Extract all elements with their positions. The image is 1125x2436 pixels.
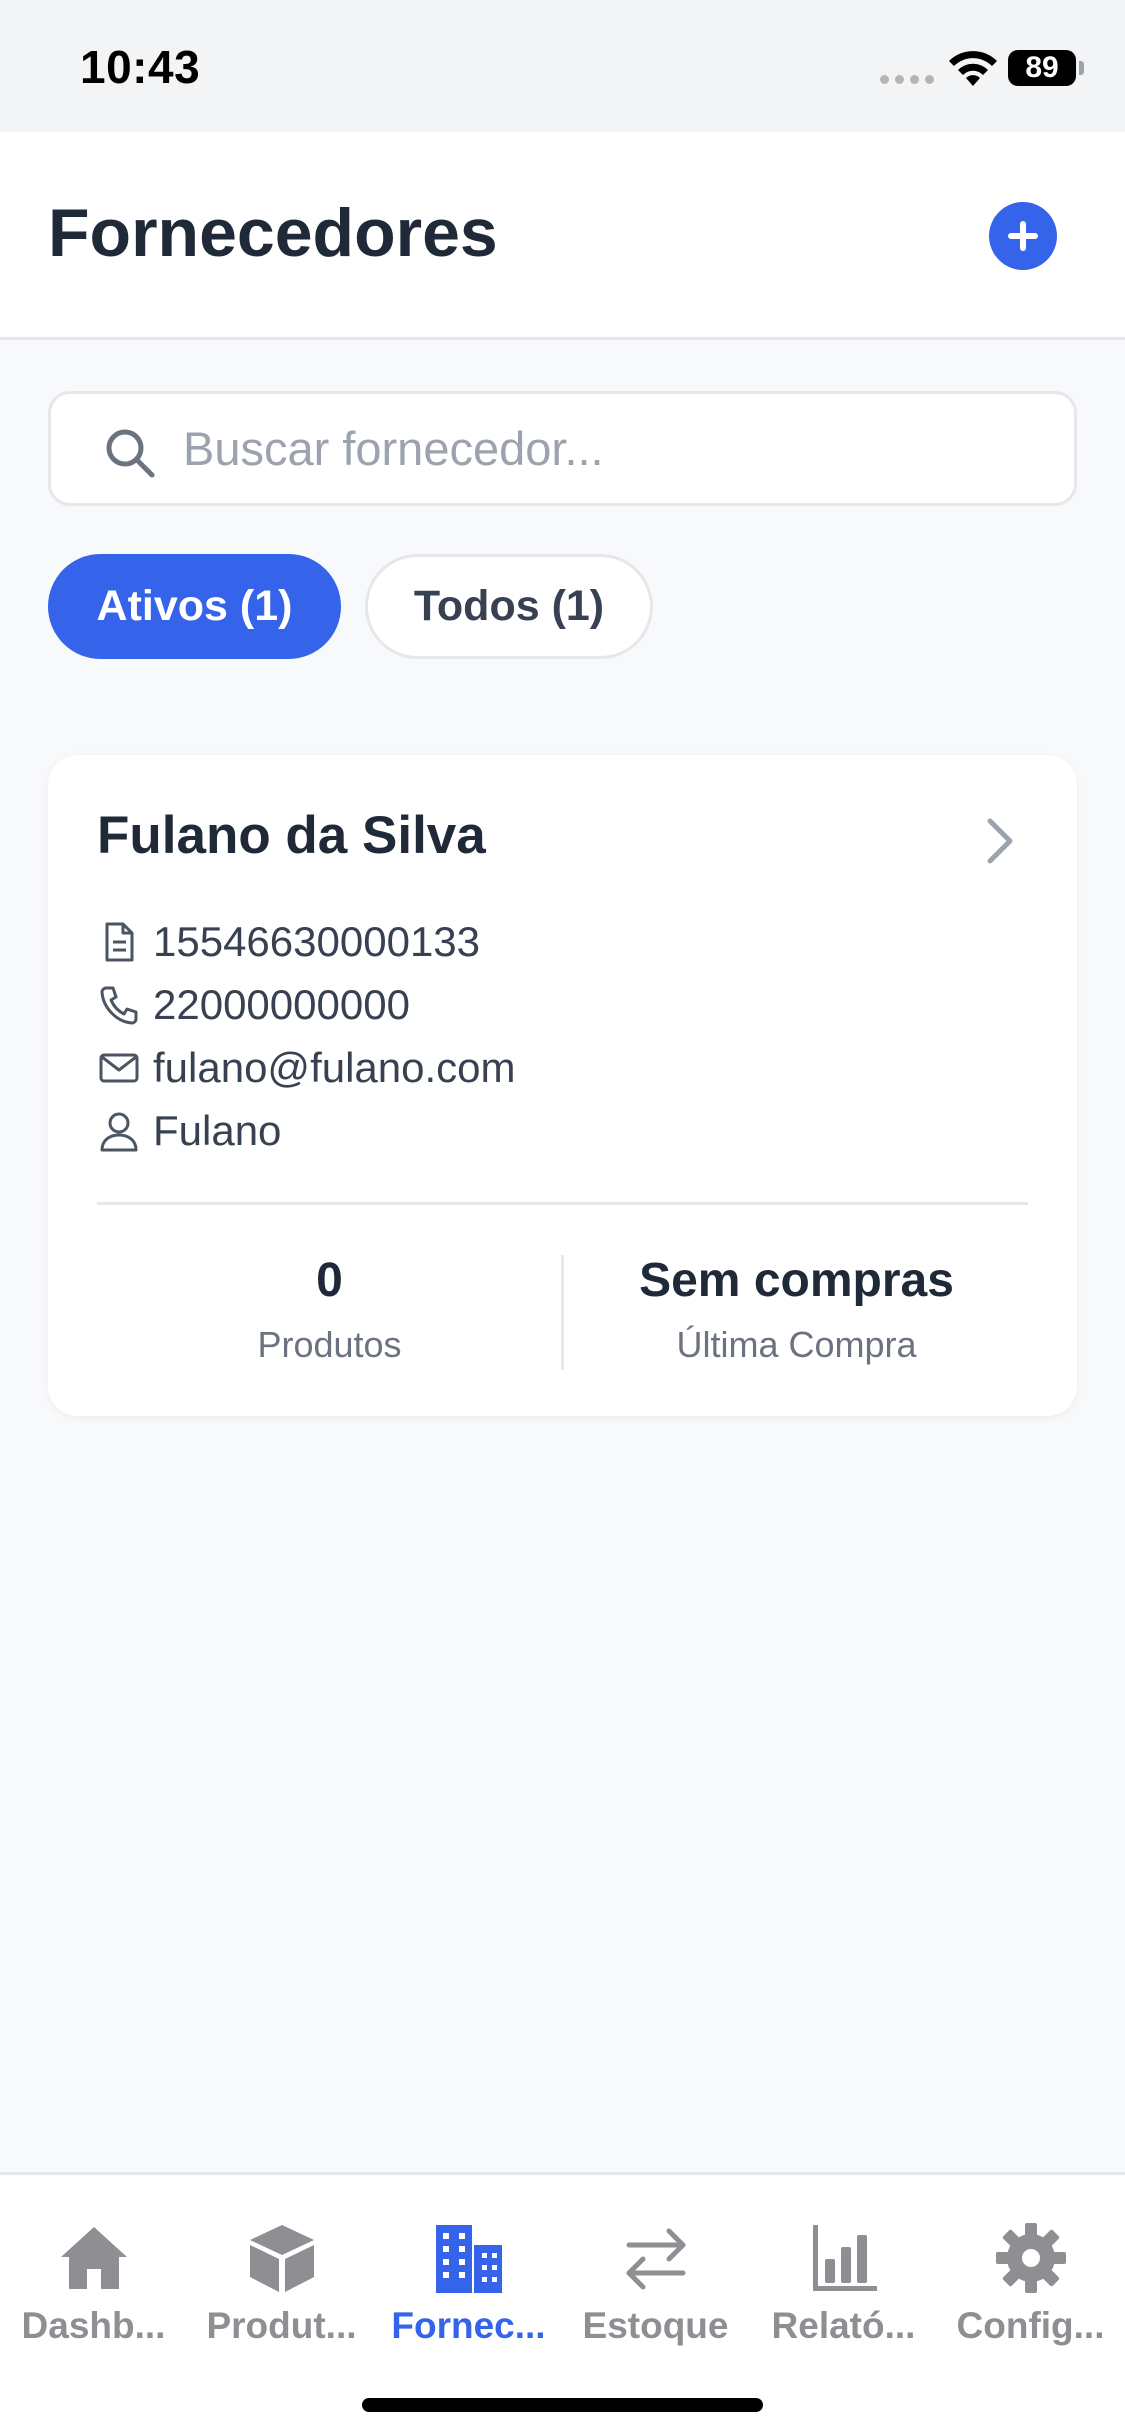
home-indicator[interactable] [362,2398,763,2412]
last-purchase-value: Sem compras [639,1254,954,1307]
tab-bar: Dashb... Produt... Fornec... Estoque Rel… [0,2172,1125,2436]
products-stat: 0 Produtos [97,1253,562,1366]
tab-settings[interactable]: Config... [937,2219,1124,2347]
supplier-email-row: fulano@fulano.com [97,1038,516,1098]
battery-icon: 89 [1008,50,1076,86]
chart-icon [812,2225,877,2291]
tab-dashboard[interactable]: Dashb... [0,2219,187,2347]
tab-suppliers[interactable]: Fornec... [375,2219,562,2347]
products-label: Produtos [257,1324,402,1365]
page-title: Fornecedores [48,195,498,271]
box-icon [249,2225,314,2292]
user-icon [100,1112,138,1152]
transfer-icon [626,2228,685,2290]
search-input[interactable] [183,394,1043,503]
card-divider [97,1202,1028,1205]
tab-settings-label: Config... [956,2305,1105,2346]
gear-icon [995,2223,1066,2293]
filter-active-chip[interactable]: Ativos (1) [48,554,341,659]
filter-all-chip[interactable]: Todos (1) [365,554,653,659]
last-purchase-stat: Sem compras Última Compra [564,1253,1029,1366]
tab-reports-label: Relató... [771,2305,916,2346]
home-icon [60,2227,127,2289]
supplier-phone-row: 22000000000 [97,975,410,1035]
supplier-email: fulano@fulano.com [153,1044,516,1091]
status-time: 10:43 [80,41,201,93]
phone-icon [100,986,138,1025]
chevron-right-icon [987,818,1013,864]
supplier-phone: 22000000000 [153,981,410,1028]
supplier-document-row: 15546630000133 [97,912,480,972]
last-purchase-label: Última Compra [676,1324,917,1365]
tab-dashboard-label: Dashb... [21,2305,166,2346]
mail-icon [99,1053,139,1083]
add-supplier-button[interactable] [989,202,1057,270]
products-count: 0 [316,1254,343,1307]
document-icon [105,922,134,962]
supplier-document: 15546630000133 [153,918,481,965]
status-bar: 10:43 89 [0,0,1125,132]
supplier-contact: Fulano [153,1107,282,1154]
header: Fornecedores [0,132,1125,340]
search-box[interactable] [48,391,1077,506]
tab-suppliers-label: Fornec... [391,2305,546,2346]
wifi-icon [949,51,997,86]
supplier-contact-row: Fulano [97,1101,281,1161]
tab-products[interactable]: Produt... [188,2219,375,2347]
battery-tip [1079,61,1084,75]
supplier-name: Fulano da Silva [97,806,486,865]
tab-products-label: Produt... [206,2305,357,2346]
tab-stock[interactable]: Estoque [562,2219,749,2347]
tab-stock-label: Estoque [582,2305,729,2346]
building-icon [435,2225,502,2293]
cellular-signal-icon [880,75,934,84]
plus-icon [1008,221,1038,251]
search-icon [106,429,155,478]
supplier-card[interactable]: Fulano da Silva 15546630000133 220000000… [48,755,1077,1416]
tab-reports[interactable]: Relató... [750,2219,937,2347]
